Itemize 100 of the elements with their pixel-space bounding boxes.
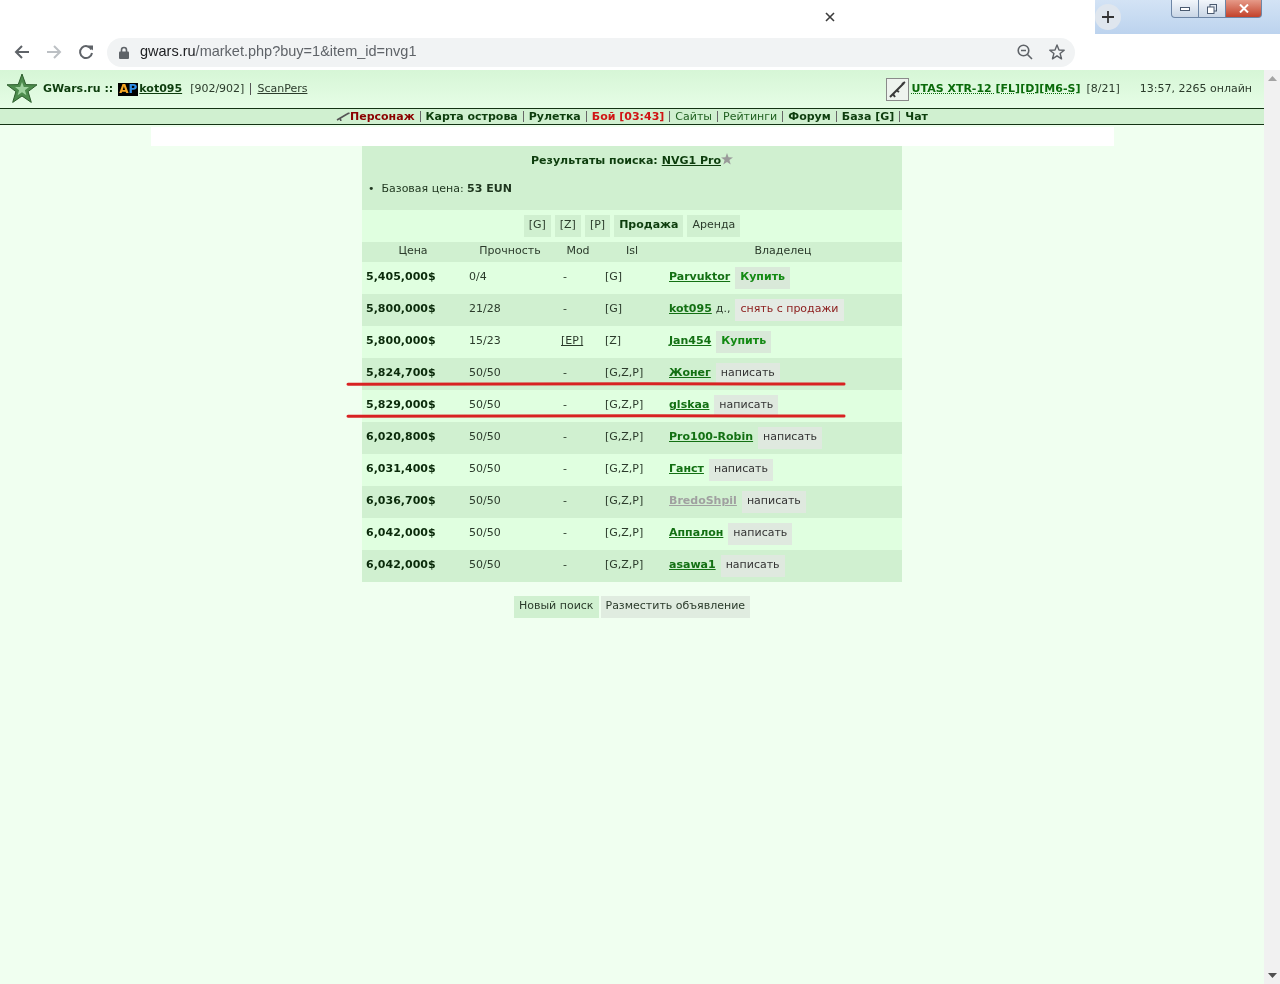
price-text: 6,020,800$ xyxy=(366,430,436,444)
address-bar[interactable]: gwars.ru/market.php?buy=1&item_id=nvg1 xyxy=(107,37,1075,67)
owner-link[interactable]: Аппалон xyxy=(669,525,724,542)
island-text: [G,Z,P] xyxy=(605,558,644,572)
plus-icon[interactable] xyxy=(1102,11,1114,23)
durability-text: 50/50 xyxy=(469,398,501,412)
mod-text: - xyxy=(563,302,567,316)
durability-text: 50/50 xyxy=(469,494,501,508)
owner-link[interactable]: glskaa xyxy=(669,397,710,414)
nav-link[interactable]: База [G] xyxy=(841,109,895,124)
weapon-count: [8/21] xyxy=(1086,80,1120,97)
action-button[interactable]: Новый поиск xyxy=(513,595,599,618)
owner-link[interactable]: Ганст xyxy=(669,461,704,478)
price-text: 6,031,400$ xyxy=(366,462,436,476)
durability-text: 50/50 xyxy=(469,430,501,444)
zoom-out-icon[interactable] xyxy=(1017,44,1033,60)
island-text: [G] xyxy=(605,302,623,316)
badge-letter: A xyxy=(119,82,129,96)
mod-text: - xyxy=(563,398,567,412)
user-link[interactable]: kot095 xyxy=(139,80,183,98)
message-button[interactable]: написать xyxy=(741,490,806,513)
nav-link[interactable]: Персонаж xyxy=(350,109,415,124)
owner-link[interactable]: Жонег xyxy=(669,365,711,382)
owner-link[interactable]: Jan454 xyxy=(669,333,712,350)
back-icon[interactable] xyxy=(14,44,30,60)
nav-link[interactable]: Бой [03:43] xyxy=(591,109,665,124)
scanpers-link[interactable]: ScanPers xyxy=(257,80,308,98)
bookmark-star-icon[interactable] xyxy=(1049,44,1065,60)
column-header: Владелец xyxy=(754,244,812,258)
durability-text: 50/50 xyxy=(469,366,501,380)
owner-link[interactable]: asawa1 xyxy=(669,557,716,574)
island-text: [G,Z,P] xyxy=(605,494,644,508)
weapon-link[interactable]: UTAS XTR-12 [FL][D][M6-S] xyxy=(911,80,1081,98)
durability-text: 50/50 xyxy=(469,558,501,572)
island-text: [G,Z,P] xyxy=(605,430,644,444)
restore-icon[interactable] xyxy=(1207,3,1217,14)
item-link[interactable]: NVG1 Pro xyxy=(661,153,721,170)
mod-text: - xyxy=(563,494,567,508)
durability-text: 0/4 xyxy=(469,270,487,284)
new-tab-button[interactable] xyxy=(1095,4,1121,30)
column-header: Mod xyxy=(566,244,590,258)
reload-icon[interactable] xyxy=(78,44,94,60)
scrollbar[interactable] xyxy=(1264,70,1280,984)
price-text: 6,042,000$ xyxy=(366,526,436,540)
message-button[interactable]: написать xyxy=(715,362,780,385)
nav-link[interactable]: Сайты xyxy=(675,109,712,124)
minimize-icon[interactable] xyxy=(1180,6,1190,11)
filter-tab[interactable]: [Z] xyxy=(554,214,581,237)
close-icon[interactable] xyxy=(825,12,835,22)
base-price-text: Базовая цена: 53 EUN xyxy=(381,181,512,196)
close-button[interactable] xyxy=(1226,0,1262,18)
action-button[interactable]: Разместить объявление xyxy=(600,595,751,618)
mod-text: - xyxy=(563,526,567,540)
hp-text: [902/902] xyxy=(190,80,245,97)
filter-tab[interactable]: Аренда xyxy=(687,214,741,237)
price-text: 6,042,000$ xyxy=(366,558,436,572)
filter-tab[interactable]: [G] xyxy=(523,214,551,237)
durability-text: 21/28 xyxy=(469,302,501,316)
nav-link[interactable]: Рулетка xyxy=(528,109,581,124)
owner-link[interactable]: Parvuktor xyxy=(669,269,731,286)
owner-link[interactable]: kot095 xyxy=(669,301,712,318)
results-title: Результаты поиска: xyxy=(531,153,658,169)
message-button[interactable]: написать xyxy=(720,554,785,577)
owner-link[interactable]: Pro100-Robin xyxy=(669,429,754,446)
island-text: [G,Z,P] xyxy=(605,366,644,380)
minimize-button[interactable] xyxy=(1171,0,1199,18)
column-header: Цена xyxy=(398,244,428,258)
mod-text: - xyxy=(563,430,567,444)
message-button[interactable]: написать xyxy=(728,522,793,545)
price-text: 5,800,000$ xyxy=(366,334,436,348)
lock-icon xyxy=(119,45,129,59)
star-icon[interactable] xyxy=(721,153,733,165)
filter-tab[interactable]: Продажа xyxy=(614,214,684,237)
nav-link[interactable]: Карта острова xyxy=(425,109,518,124)
nav-link[interactable]: Рейтинги xyxy=(723,109,778,124)
scroll-down-icon[interactable] xyxy=(1267,973,1277,978)
rifle-icon[interactable] xyxy=(885,77,909,101)
message-button[interactable]: написать xyxy=(708,458,773,481)
price-text: 5,829,000$ xyxy=(366,398,436,412)
message-button[interactable]: написать xyxy=(714,394,779,417)
star-logo-icon[interactable] xyxy=(6,73,38,105)
island-text: [G,Z,P] xyxy=(605,526,644,540)
site-title: GWars.ru :: xyxy=(43,80,114,97)
badge-letter: P xyxy=(128,82,138,96)
remove-listing-button[interactable]: снять с продажи xyxy=(735,298,844,321)
bullet-text: • xyxy=(368,181,375,196)
price-text: 5,800,000$ xyxy=(366,302,436,316)
buy-button[interactable]: Купить xyxy=(735,266,790,289)
address-url[interactable]: gwars.ru/market.php?buy=1&item_id=nvg1 xyxy=(140,41,417,63)
mod-text: - xyxy=(563,558,567,572)
filter-tab[interactable]: [P] xyxy=(584,214,611,237)
buy-button[interactable]: Купить xyxy=(716,330,772,353)
nav-link[interactable]: Чат xyxy=(905,109,928,124)
message-button[interactable]: написать xyxy=(758,426,823,449)
note-text: д., xyxy=(715,301,731,318)
nav-link[interactable]: Форум xyxy=(788,109,831,124)
island-text: [G,Z,P] xyxy=(605,462,644,476)
price-text: 6,036,700$ xyxy=(366,494,436,508)
restore-button[interactable] xyxy=(1199,0,1226,18)
durability-text: 15/23 xyxy=(469,334,501,348)
